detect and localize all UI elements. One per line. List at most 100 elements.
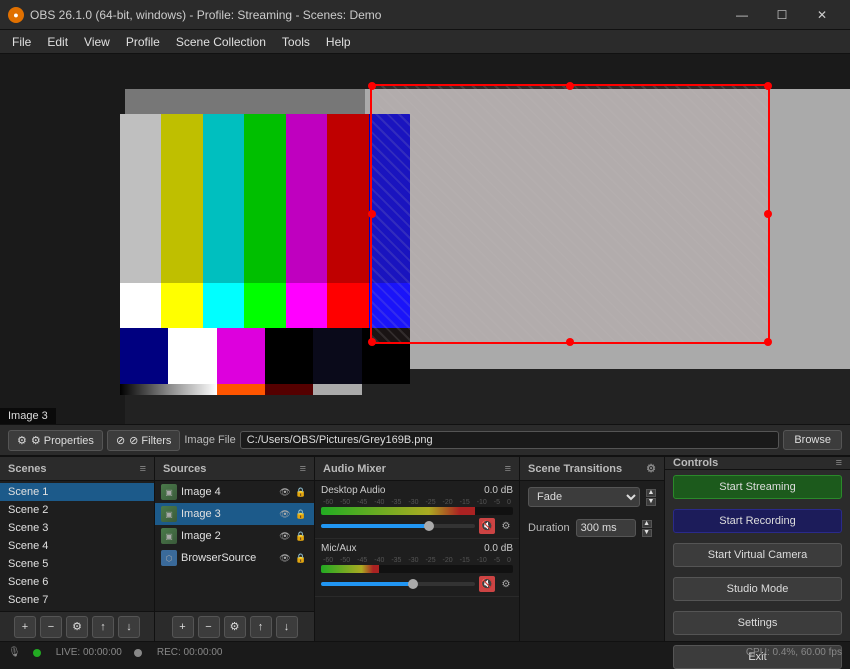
file-path-input[interactable] [240,431,780,449]
transition-up-arrow[interactable]: ▲ [646,489,656,497]
minimize-button[interactable]: — [722,0,762,30]
sources-menu-icon[interactable]: ≡ [300,463,306,475]
mic-aux-label: Mic/Aux [321,543,357,554]
source-settings-button[interactable]: ⚙ [224,616,246,638]
source-item-browser[interactable]: ⬡ BrowserSource 👁 🔒 [155,547,314,569]
start-virtual-camera-button[interactable]: Start Virtual Camera [673,543,842,567]
duration-input[interactable] [576,519,636,537]
source-name-browser: BrowserSource [181,552,274,564]
close-button[interactable]: ✕ [802,0,842,30]
source-item-image2[interactable]: ▣ Image 2 👁 🔒 [155,525,314,547]
menu-scene-collection[interactable]: Scene Collection [168,33,274,51]
handle-bottom-center[interactable] [566,338,574,346]
transition-type-row: Fade Cut Swipe Slide ▲ ▼ [520,481,664,513]
audio-menu-icon[interactable]: ≡ [505,463,511,475]
browse-button[interactable]: Browse [783,430,842,450]
desktop-volume-slider[interactable] [321,524,475,528]
start-recording-button[interactable]: Start Recording [673,509,842,533]
menu-view[interactable]: View [76,33,118,51]
mic-aux-channel: Mic/Aux 0.0 dB -60-50-45-40-35-30-25-20-… [315,539,519,597]
scene-item-3[interactable]: Scene 3 [0,519,154,537]
handle-bottom-left[interactable] [368,338,376,346]
source-lock-browser[interactable]: 🔒 [294,551,308,565]
settings-button[interactable]: Settings [673,611,842,635]
scene-up-button[interactable]: ↑ [92,616,114,638]
handle-bottom-right[interactable] [764,338,772,346]
source-up-button[interactable]: ↑ [250,616,272,638]
source-add-button[interactable]: + [172,616,194,638]
menu-help[interactable]: Help [318,33,359,51]
audio-title: Audio Mixer [323,463,386,475]
scene-item-5[interactable]: Scene 5 [0,555,154,573]
duration-up-arrow[interactable]: ▲ [642,520,652,528]
studio-mode-button[interactable]: Studio Mode [673,577,842,601]
scene-item-2[interactable]: Scene 2 [0,501,154,519]
mic-aux-level [321,565,513,573]
menu-edit[interactable]: Edit [39,33,76,51]
source-visibility-image3[interactable]: 👁 [278,507,292,521]
scenes-panel: Scenes ≡ Scene 1 Scene 2 Scene 3 Scene 4… [0,457,155,641]
filters-label: ⊘ Filters [129,434,171,447]
handle-top-left[interactable] [368,82,376,90]
source-visibility-image4[interactable]: 👁 [278,485,292,499]
title-bar: ● OBS 26.1.0 (64-bit, windows) - Profile… [0,0,850,30]
handle-top-center[interactable] [566,82,574,90]
start-streaming-button[interactable]: Start Streaming [673,475,842,499]
source-lock-image2[interactable]: 🔒 [294,529,308,543]
menu-profile[interactable]: Profile [118,33,168,51]
controls-panel-header: Controls ≡ [665,457,850,470]
scene-down-button[interactable]: ↓ [118,616,140,638]
duration-down-arrow[interactable]: ▼ [642,529,652,537]
scenes-menu-icon[interactable]: ≡ [140,463,146,475]
scene-remove-button[interactable]: − [40,616,62,638]
source-item-image3[interactable]: ▣ Image 3 👁 🔒 [155,503,314,525]
source-item-image4[interactable]: ▣ Image 4 👁 🔒 [155,481,314,503]
source-name-image4: Image 4 [181,486,274,498]
image-file-label: Image File [184,434,235,446]
desktop-mute-button[interactable]: 🔇 [479,518,495,534]
properties-label: ⚙ Properties [31,434,94,447]
transition-down-arrow[interactable]: ▼ [646,498,656,506]
audio-panel-header: Audio Mixer ≡ [315,457,519,481]
scene-item-4[interactable]: Scene 4 [0,537,154,555]
handle-mid-right[interactable] [764,210,772,218]
scene-settings-button[interactable]: ⚙ [66,616,88,638]
desktop-audio-controls: 🔇 ⚙ [321,518,513,534]
selected-source-label: Image 3 [0,408,56,424]
transitions-panel: Scene Transitions ⚙ Fade Cut Swipe Slide… [520,457,665,641]
handle-mid-left[interactable] [368,210,376,218]
scene-item-7[interactable]: Scene 7 [0,591,154,609]
sources-title: Sources [163,463,206,475]
scene-item-1[interactable]: Scene 1 [0,483,154,501]
scene-add-button[interactable]: + [14,616,36,638]
scenes-panel-header: Scenes ≡ [0,457,154,481]
source-remove-button[interactable]: − [198,616,220,638]
menu-file[interactable]: File [4,33,39,51]
maximize-button[interactable]: ☐ [762,0,802,30]
mic-volume-slider[interactable] [321,582,475,586]
source-visibility-browser[interactable]: 👁 [278,551,292,565]
audio-panel: Audio Mixer ≡ Desktop Audio 0.0 dB -60-5… [315,457,520,641]
preview-area: Image 3 [0,54,850,424]
source-actions-image4: 👁 🔒 [278,485,308,499]
duration-label: Duration [528,522,570,534]
desktop-audio-settings[interactable]: ⚙ [499,519,513,533]
handle-top-right[interactable] [764,82,772,90]
mic-audio-settings[interactable]: ⚙ [499,577,513,591]
filters-button[interactable]: ⊘ ⊘ Filters [107,430,180,451]
source-visibility-image2[interactable]: 👁 [278,529,292,543]
properties-button[interactable]: ⚙ ⚙ Properties [8,430,103,451]
source-lock-image4[interactable]: 🔒 [294,485,308,499]
transitions-menu-icon[interactable]: ⚙ [646,462,656,475]
scene-item-6[interactable]: Scene 6 [0,573,154,591]
source-icon-image2: ▣ [161,528,177,544]
source-actions-browser: 👁 🔒 [278,551,308,565]
source-down-button[interactable]: ↓ [276,616,298,638]
menu-tools[interactable]: Tools [274,33,318,51]
transition-type-select[interactable]: Fade Cut Swipe Slide [528,487,640,507]
source-lock-image3[interactable]: 🔒 [294,507,308,521]
source-icon-image3: ▣ [161,506,177,522]
selection-rectangle[interactable] [370,84,770,344]
mic-mute-button[interactable]: 🔇 [479,576,495,592]
mic-aux-header: Mic/Aux 0.0 dB [321,543,513,554]
